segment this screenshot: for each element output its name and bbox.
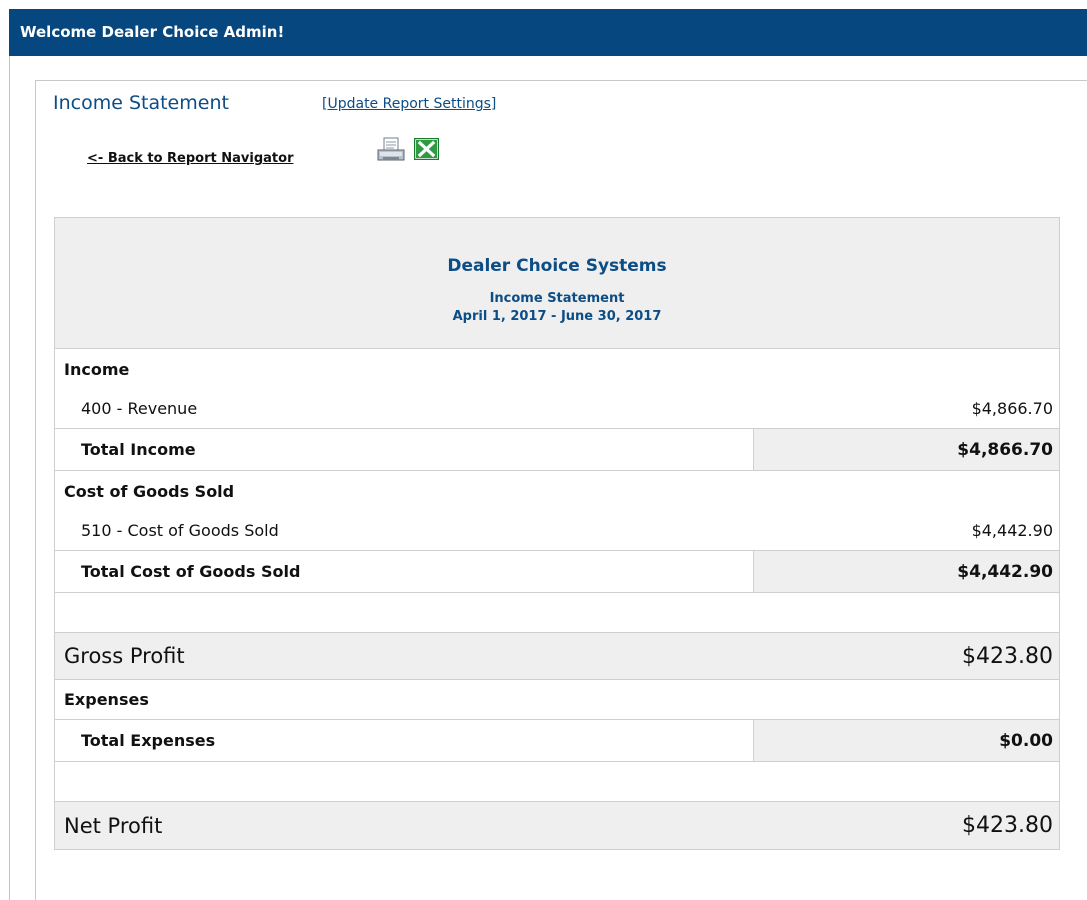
income-heading: Income (55, 349, 1059, 389)
print-icon[interactable] (376, 137, 406, 163)
welcome-bar: Welcome Dealer Choice Admin! (9, 9, 1087, 56)
excel-icon[interactable] (413, 137, 440, 161)
spacer-row (55, 593, 1059, 633)
gross-profit-label: Gross Profit (64, 644, 185, 668)
line-item-amount: $4,866.70 (971, 399, 1053, 418)
total-cogs-label: Total Cost of Goods Sold (81, 562, 301, 581)
report-date-range: April 1, 2017 - June 30, 2017 (452, 309, 662, 324)
update-report-settings-label[interactable]: Update Report Settings (327, 96, 490, 112)
expenses-heading: Expenses (55, 680, 1059, 720)
total-expenses-label: Total Expenses (81, 731, 216, 750)
net-profit-amount: $423.80 (962, 813, 1053, 838)
total-income-label: Total Income (81, 440, 196, 459)
total-expenses-row: Total Expenses $0.00 (55, 720, 1059, 762)
total-income-amount: $4,866.70 (957, 439, 1053, 460)
income-heading-label: Income (64, 359, 130, 379)
back-to-report-navigator-link[interactable]: <- Back to Report Navigator (87, 151, 293, 166)
gross-profit-amount: $423.80 (962, 643, 1053, 669)
line-item-label: 400 - Revenue (81, 399, 198, 418)
spacer-row (55, 762, 1059, 802)
list-item: 400 - Revenue $4,866.70 (55, 389, 1059, 429)
total-cogs-row: Total Cost of Goods Sold $4,442.90 (55, 551, 1059, 593)
total-expenses-cell: $0.00 (753, 720, 1059, 761)
line-item-amount: $4,442.90 (971, 521, 1053, 540)
total-cogs-cell: $4,442.90 (753, 551, 1059, 592)
company-name: Dealer Choice Systems (447, 256, 667, 276)
net-profit-label: Net Profit (64, 813, 163, 838)
net-profit-row: Net Profit $423.80 (55, 802, 1059, 849)
expenses-heading-label: Expenses (64, 690, 149, 709)
total-income-row: Total Income $4,866.70 (55, 429, 1059, 471)
update-report-settings-link[interactable]: [Update Report Settings] (322, 96, 496, 112)
cogs-heading-label: Cost of Goods Sold (64, 481, 235, 501)
total-expenses-amount: $0.00 (999, 730, 1053, 751)
cogs-heading: Cost of Goods Sold (55, 471, 1059, 511)
line-item-label: 510 - Cost of Goods Sold (81, 521, 279, 540)
welcome-text: Welcome Dealer Choice Admin! (20, 23, 285, 41)
page-title: Income Statement (53, 92, 229, 114)
report-subtitle: Income Statement (489, 291, 625, 306)
total-income-cell: $4,866.70 (753, 429, 1059, 470)
bracket-close: ] (490, 96, 497, 112)
gross-profit-row: Gross Profit $423.80 (55, 633, 1059, 680)
report-header: Dealer Choice Systems Income Statement A… (55, 218, 1059, 349)
total-cogs-amount: $4,442.90 (957, 561, 1053, 582)
income-statement-report: Dealer Choice Systems Income Statement A… (54, 217, 1060, 850)
list-item: 510 - Cost of Goods Sold $4,442.90 (55, 511, 1059, 551)
